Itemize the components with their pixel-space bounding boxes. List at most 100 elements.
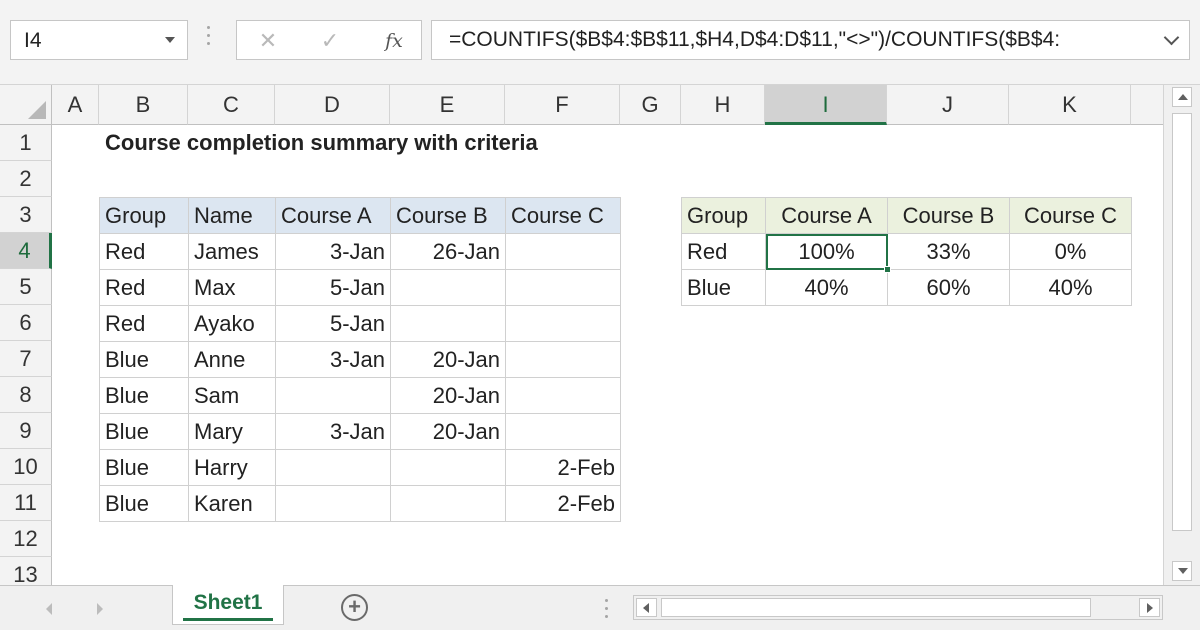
- cell[interactable]: 40%: [765, 269, 888, 306]
- cell[interactable]: Red: [99, 305, 189, 342]
- cell[interactable]: [275, 449, 391, 486]
- chevron-down-icon[interactable]: [165, 37, 175, 43]
- row-header-2[interactable]: 2: [0, 161, 52, 197]
- header-cell[interactable]: Course B: [887, 197, 1010, 234]
- column-header-e[interactable]: E: [390, 85, 505, 125]
- header-cell[interactable]: Course C: [1009, 197, 1132, 234]
- sheet-tab-sheet1[interactable]: Sheet1: [172, 585, 284, 625]
- cell[interactable]: Harry: [188, 449, 276, 486]
- select-all-button[interactable]: [0, 85, 52, 125]
- formula-input[interactable]: =COUNTIFS($B$4:$B$11,$H4,D$4:D$11,"<>")/…: [431, 20, 1190, 60]
- column-header-i[interactable]: I: [765, 85, 887, 125]
- cell[interactable]: [390, 269, 506, 306]
- column-header-k[interactable]: K: [1009, 85, 1131, 125]
- cell[interactable]: 2-Feb: [505, 449, 621, 486]
- cell[interactable]: 3-Jan: [275, 341, 391, 378]
- scroll-up-icon[interactable]: [1172, 87, 1192, 107]
- horizontal-scrollbar[interactable]: [633, 595, 1163, 620]
- cell[interactable]: [505, 341, 621, 378]
- header-cell[interactable]: Name: [188, 197, 276, 234]
- row-header-8[interactable]: 8: [0, 377, 52, 413]
- column-header-b[interactable]: B: [99, 85, 188, 125]
- cell[interactable]: 3-Jan: [275, 233, 391, 270]
- column-header-d[interactable]: D: [275, 85, 390, 125]
- row-header-3[interactable]: 3: [0, 197, 52, 233]
- cell[interactable]: Blue: [99, 341, 189, 378]
- header-cell[interactable]: Course C: [505, 197, 621, 234]
- cell[interactable]: 26-Jan: [390, 233, 506, 270]
- cell[interactable]: [505, 269, 621, 306]
- column-header-g[interactable]: G: [620, 85, 681, 125]
- cell[interactable]: [275, 377, 391, 414]
- expand-formula-bar-icon[interactable]: [1163, 29, 1180, 46]
- name-box[interactable]: I4: [10, 20, 188, 60]
- header-cell[interactable]: Course B: [390, 197, 506, 234]
- selected-cell[interactable]: 100%: [765, 233, 888, 270]
- cell[interactable]: 33%: [887, 233, 1010, 270]
- scroll-left-icon[interactable]: [636, 598, 657, 617]
- row-header-5[interactable]: 5: [0, 269, 52, 305]
- row-header-11[interactable]: 11: [0, 485, 52, 521]
- column-header-h[interactable]: H: [681, 85, 765, 125]
- drag-handle-icon[interactable]: [205, 26, 211, 52]
- cell[interactable]: Blue: [681, 269, 766, 306]
- cell[interactable]: 3-Jan: [275, 413, 391, 450]
- row-header-7[interactable]: 7: [0, 341, 52, 377]
- row-header-9[interactable]: 9: [0, 413, 52, 449]
- vertical-scrollbar[interactable]: [1163, 85, 1200, 585]
- sheet-title[interactable]: Course completion summary with criteria: [105, 125, 538, 161]
- cell[interactable]: 2-Feb: [505, 485, 621, 522]
- enter-icon[interactable]: ✓: [315, 27, 345, 55]
- cell[interactable]: 20-Jan: [390, 341, 506, 378]
- header-cell[interactable]: Course A: [765, 197, 888, 234]
- cell[interactable]: [505, 233, 621, 270]
- cell[interactable]: Karen: [188, 485, 276, 522]
- scroll-down-icon[interactable]: [1172, 561, 1192, 581]
- cell[interactable]: Blue: [99, 377, 189, 414]
- cell[interactable]: 20-Jan: [390, 413, 506, 450]
- cell[interactable]: 40%: [1009, 269, 1132, 306]
- cell[interactable]: 60%: [887, 269, 1010, 306]
- horizontal-scroll-thumb[interactable]: [661, 598, 1091, 617]
- header-cell[interactable]: Group: [99, 197, 189, 234]
- cell[interactable]: Blue: [99, 449, 189, 486]
- previous-sheet-icon[interactable]: [46, 603, 52, 615]
- cell[interactable]: Red: [681, 233, 766, 270]
- column-header-a[interactable]: A: [52, 85, 99, 125]
- cell[interactable]: [275, 485, 391, 522]
- column-header-j[interactable]: J: [887, 85, 1009, 125]
- cell[interactable]: Anne: [188, 341, 276, 378]
- cell[interactable]: Blue: [99, 413, 189, 450]
- cell[interactable]: Sam: [188, 377, 276, 414]
- drag-handle-icon[interactable]: [603, 599, 609, 621]
- column-header-c[interactable]: C: [188, 85, 275, 125]
- cell[interactable]: Blue: [99, 485, 189, 522]
- worksheet-grid[interactable]: A B C D E F G H I J K 1 2 3 4 5 6 7 8 9 …: [0, 85, 1163, 585]
- cell[interactable]: Red: [99, 269, 189, 306]
- cell[interactable]: 5-Jan: [275, 269, 391, 306]
- insert-function-icon[interactable]: fx: [379, 27, 409, 55]
- cell[interactable]: Mary: [188, 413, 276, 450]
- cell[interactable]: [390, 305, 506, 342]
- vertical-scroll-thumb[interactable]: [1172, 113, 1192, 531]
- cell[interactable]: 20-Jan: [390, 377, 506, 414]
- column-header-f[interactable]: F: [505, 85, 620, 125]
- cell[interactable]: [505, 413, 621, 450]
- cell[interactable]: [390, 449, 506, 486]
- row-header-10[interactable]: 10: [0, 449, 52, 485]
- cell[interactable]: [505, 305, 621, 342]
- cell[interactable]: [505, 377, 621, 414]
- row-header-13[interactable]: 13: [0, 557, 52, 585]
- header-cell[interactable]: Course A: [275, 197, 391, 234]
- cell[interactable]: Max: [188, 269, 276, 306]
- header-cell[interactable]: Group: [681, 197, 766, 234]
- cell[interactable]: James: [188, 233, 276, 270]
- next-sheet-icon[interactable]: [97, 603, 103, 615]
- cell[interactable]: 5-Jan: [275, 305, 391, 342]
- cancel-icon[interactable]: ✕: [253, 27, 283, 55]
- cell[interactable]: Ayako: [188, 305, 276, 342]
- add-sheet-icon[interactable]: +: [341, 594, 368, 621]
- scroll-right-icon[interactable]: [1139, 598, 1160, 617]
- cell[interactable]: Red: [99, 233, 189, 270]
- cell[interactable]: [390, 485, 506, 522]
